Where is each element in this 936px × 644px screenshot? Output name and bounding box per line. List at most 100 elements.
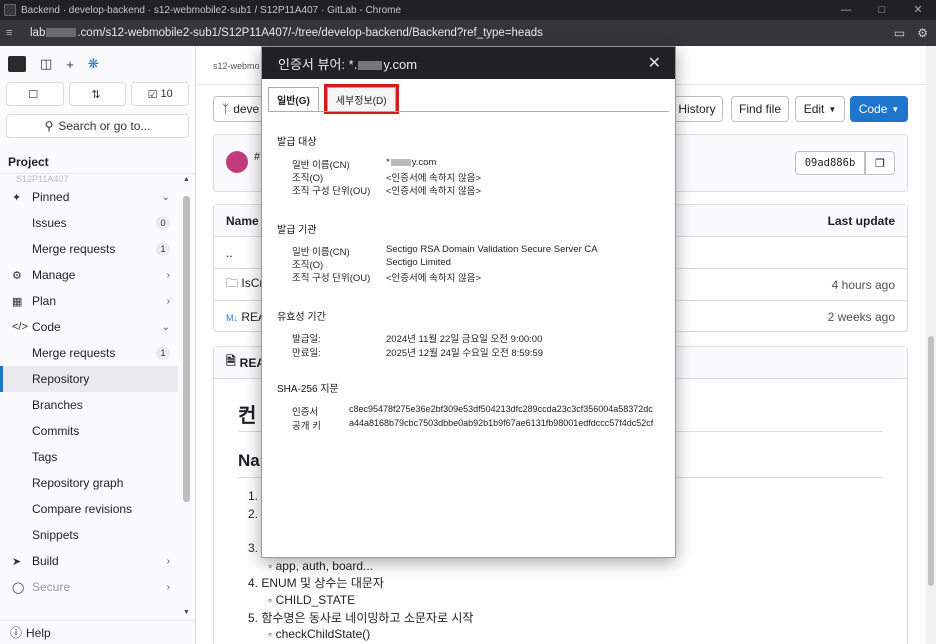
- gitlab-logo[interactable]: [8, 56, 26, 72]
- scroll-down-arrow[interactable]: ▼: [182, 609, 191, 616]
- field-value: 2024년 11월 22일 금요일 오전 9:00:00: [386, 334, 543, 345]
- list-item: ◦ checkChildState(): [268, 627, 371, 641]
- scrollbar-thumb[interactable]: [928, 336, 934, 586]
- address-bar[interactable]: ≡ lab .com/s12-webmobile2-sub1/S12P11A407…: [0, 20, 936, 46]
- list-item: 5. 함수명은 동사로 네이밍하고 소문자로 시작: [248, 611, 474, 625]
- field-label: 만료일:: [292, 348, 321, 359]
- sidebar-item-plan[interactable]: ▦ Plan ›: [0, 288, 178, 314]
- readme-heading: 컨: [238, 405, 257, 427]
- help-icon: ⓘ: [10, 626, 23, 640]
- list-item: 4. ENUM 및 상수는 대문자: [248, 576, 384, 590]
- field-label: 공개 키: [292, 421, 321, 432]
- sidebar-item-commits[interactable]: Commits: [0, 418, 178, 444]
- shield-icon: ◯: [12, 581, 25, 594]
- translate-icon[interactable]: ⚙: [917, 26, 928, 40]
- sidebar-item-manage[interactable]: ⚙ Manage ›: [0, 262, 178, 288]
- branch-icon: ᛉ: [222, 102, 230, 116]
- field-label: 조직 구성 단위(OU): [292, 186, 371, 197]
- tab-general[interactable]: 일반(G): [268, 87, 319, 111]
- list-item: 3.: [248, 541, 259, 555]
- close-icon[interactable]: ✕: [648, 53, 661, 73]
- field-label: 조직 구성 단위(OU): [292, 273, 371, 284]
- field-label: 조직(O): [292, 260, 324, 271]
- site-info-icon[interactable]: ≡: [6, 27, 20, 39]
- history-button[interactable]: History: [671, 96, 723, 122]
- chevron-down-icon: ▼: [891, 104, 900, 114]
- field-label: 일반 이름(CN): [292, 160, 350, 171]
- dialog-tabs: 일반(G) 세부정보(D): [268, 84, 399, 114]
- sidebar-item-build[interactable]: ➤ Build ›: [0, 548, 178, 574]
- page-scrollbar[interactable]: [926, 46, 936, 644]
- sidebar-item-repository-graph[interactable]: Repository graph: [0, 470, 178, 496]
- search-icon: ⚲: [44, 119, 54, 133]
- sidebar-item-secure[interactable]: ◯ Secure ›: [0, 574, 178, 600]
- count-badge: 0: [156, 216, 170, 230]
- copy-icon[interactable]: ❐: [865, 151, 895, 175]
- redacted-block: [358, 60, 383, 70]
- rocket-icon: ➤: [12, 555, 22, 568]
- avatar[interactable]: [226, 151, 248, 173]
- field-value: a44a8168b79cbc7503dbbe0ab92b1b9f67ae6131…: [349, 418, 654, 428]
- count-badge: 1: [156, 242, 170, 256]
- create-new-icon[interactable]: +: [66, 57, 74, 72]
- dialog-title: 인증서 뷰어: *. y.com: [278, 56, 418, 72]
- todo-counter[interactable]: ☐: [6, 82, 64, 106]
- field-value: <인증서에 속하지 않음>: [386, 186, 482, 197]
- sidebar-item-code[interactable]: </> Code ⌄: [0, 314, 178, 340]
- field-label: 조직(O): [292, 173, 324, 184]
- sidebar-item-pinned[interactable]: ✦ Pinned ⌄: [0, 184, 178, 210]
- sidebar-item-issues[interactable]: Issues 0: [0, 210, 178, 236]
- field-label: 발급일:: [292, 334, 321, 345]
- field-value: <인증서에 속하지 않음>: [386, 173, 482, 184]
- edit-dropdown-button[interactable]: Edit ▼: [795, 96, 845, 122]
- cast-icon[interactable]: ▭: [894, 26, 905, 40]
- commit-hash-fragment: #: [254, 151, 261, 163]
- minimize-button[interactable]: —: [828, 0, 864, 20]
- sidebar-item-merge-requests[interactable]: Merge requests 1: [0, 340, 178, 366]
- close-window-button[interactable]: ✕: [900, 0, 936, 20]
- list-item: 2.: [248, 507, 259, 521]
- sidebar-item-branches[interactable]: Branches: [0, 392, 178, 418]
- window-controls: — □ ✕: [828, 0, 936, 20]
- plan-icon: ▦: [12, 295, 23, 308]
- url-text[interactable]: lab .com/s12-webmobile2-sub1/S12P11A407/-…: [30, 27, 543, 39]
- sidebar-section-title: Project: [0, 150, 195, 174]
- issues-icon: ☑: [147, 88, 158, 101]
- sidebar-item-snippets[interactable]: Snippets: [0, 522, 178, 548]
- sidebar-item-compare-revisions[interactable]: Compare revisions: [0, 496, 178, 522]
- sidebar: ◫ + ❋ ☐ ⇅ ☑ 10 ⚲ Search or go to... Proje…: [0, 46, 196, 644]
- chevron-right-icon: ›: [166, 269, 170, 281]
- code-dropdown-button[interactable]: Code ▼: [850, 96, 908, 122]
- tab-details[interactable]: 세부정보(D): [323, 84, 399, 114]
- code-icon: </>: [12, 321, 28, 333]
- sidebar-item-merge-requests-pinned[interactable]: Merge requests 1: [0, 236, 178, 262]
- user-avatar-icon[interactable]: ❋: [88, 56, 99, 72]
- sidebar-item-repository[interactable]: Repository: [0, 366, 178, 392]
- merge-requests-counter[interactable]: ⇅: [68, 82, 127, 106]
- todo-icon: ☐: [28, 88, 39, 101]
- sidebar-item-tags[interactable]: Tags: [0, 444, 178, 470]
- help-button[interactable]: ⓘ Help: [0, 620, 195, 644]
- find-file-button[interactable]: Find file: [731, 96, 789, 122]
- maximize-button[interactable]: □: [864, 0, 900, 20]
- field-label: 일반 이름(CN): [292, 247, 350, 258]
- search-button[interactable]: ⚲ Search or go to...: [6, 114, 189, 138]
- field-value: c8ec95478f275e36e2bf309e53df504213dfc289…: [349, 404, 653, 414]
- scroll-up-arrow[interactable]: ▲: [182, 176, 191, 183]
- scrollbar-thumb[interactable]: [183, 196, 190, 502]
- chevron-right-icon: ›: [166, 581, 170, 593]
- issues-counter[interactable]: ☑ 10: [131, 82, 190, 106]
- validity-heading: 유효성 기간: [277, 312, 326, 323]
- pin-icon: ✦: [12, 191, 22, 204]
- list-item: ◦ CHILD_STATE: [268, 593, 356, 607]
- sidebar-toggle-icon[interactable]: ◫: [40, 56, 52, 72]
- chevron-down-icon: ▼: [828, 104, 837, 114]
- issued-by-heading: 발급 기관: [277, 225, 317, 236]
- breadcrumb[interactable]: s12-webmo: [213, 61, 260, 71]
- list-item: ◦ app, auth, board...: [268, 559, 373, 573]
- commit-sha[interactable]: 09ad886b: [795, 151, 865, 175]
- sidebar-scrollbar[interactable]: ▲ ▼: [182, 176, 191, 616]
- chevron-down-icon: ⌄: [161, 191, 170, 203]
- redacted-block: [46, 28, 77, 38]
- field-value: Sectigo RSA Domain Validation Secure Ser…: [386, 244, 598, 255]
